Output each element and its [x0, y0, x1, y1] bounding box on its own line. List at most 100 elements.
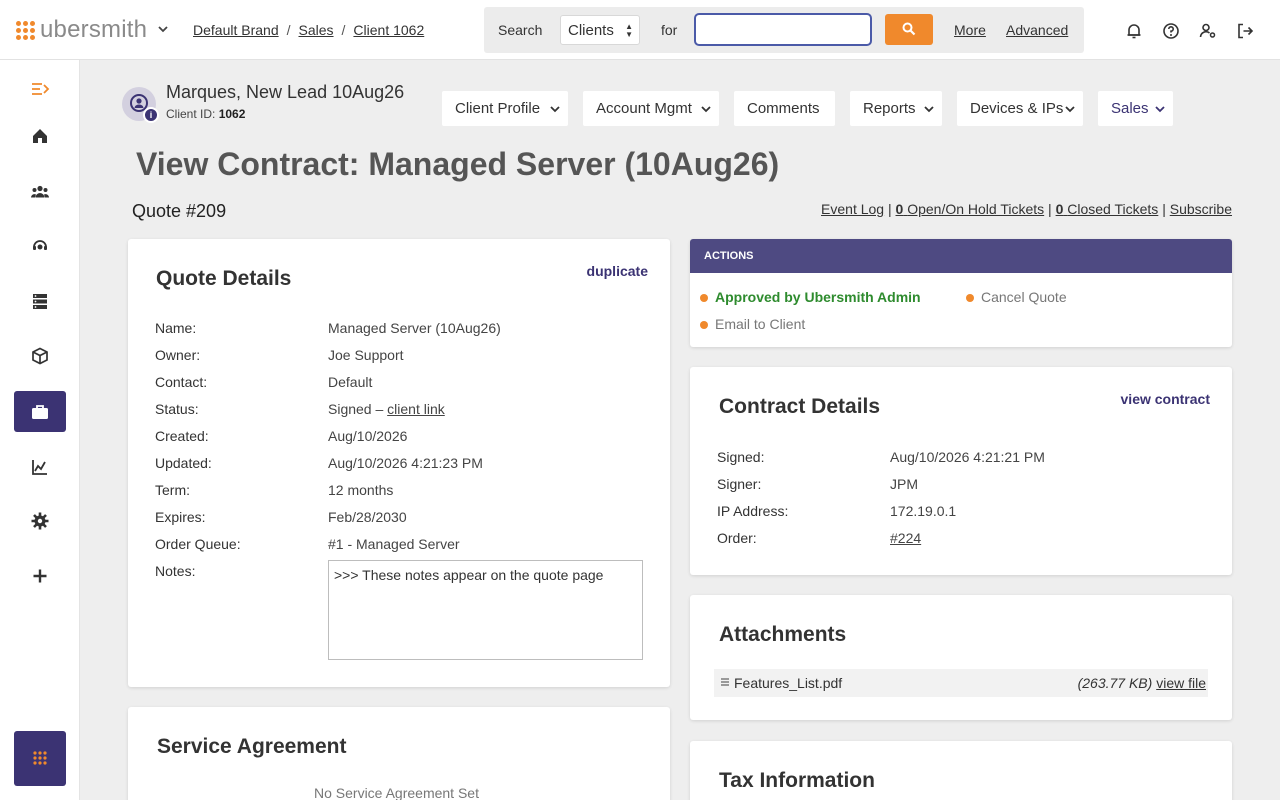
contract-label: Signed:	[717, 449, 765, 465]
cancel-quote-action[interactable]: Cancel Quote	[966, 289, 1067, 305]
service-agreement-card: Service Agreement No Service Agreement S…	[128, 707, 670, 800]
open-tickets-link[interactable]: 0 Open/On Hold Tickets	[896, 201, 1045, 217]
tab-reports[interactable]: Reports	[850, 91, 942, 126]
logo-dots-icon	[16, 20, 35, 40]
contract-value: 172.19.0.1	[890, 503, 957, 519]
support-icon[interactable]	[30, 236, 50, 256]
detail-value: 12 months	[328, 482, 394, 498]
search-more-link[interactable]: More	[954, 22, 986, 38]
devices-icon[interactable]	[30, 291, 50, 311]
tab-sales[interactable]: Sales	[1098, 91, 1173, 126]
apps-icon	[33, 751, 47, 765]
contract-value: Aug/10/2026 4:21:21 PM	[890, 449, 1045, 465]
tab-client-profile[interactable]: Client Profile	[442, 91, 568, 126]
attachment-size: (263.77 KB)	[1077, 675, 1153, 691]
detail-label: Order Queue:	[155, 536, 241, 552]
tab-label: Devices & IPs	[970, 100, 1064, 117]
chevron-down-icon	[701, 106, 711, 113]
duplicate-link[interactable]: duplicate	[587, 263, 648, 279]
search-scope-select[interactable]: Clients ▲ ▼	[560, 15, 640, 45]
tab-label: Reports	[863, 100, 916, 117]
attachment-name: Features_List.pdf	[734, 675, 843, 691]
sidebar-item-sales[interactable]	[14, 391, 66, 432]
status-value: Signed – client link	[328, 401, 445, 417]
info-icon[interactable]: i	[143, 107, 159, 123]
detail-value: Default	[328, 374, 373, 390]
approved-status: Approved by Ubersmith Admin	[700, 289, 921, 305]
search-button[interactable]	[885, 14, 933, 45]
tab-account-mgmt[interactable]: Account Mgmt	[583, 91, 719, 126]
sales-icon	[32, 405, 48, 419]
tab-devices-ips[interactable]: Devices & IPs	[957, 91, 1083, 126]
view-file-link[interactable]: view file	[1156, 675, 1206, 691]
settings-icon[interactable]	[30, 511, 50, 531]
link-separator: |	[887, 201, 892, 217]
status-text: Signed –	[328, 401, 388, 417]
breadcrumb-sales[interactable]: Sales	[299, 22, 334, 38]
help-icon[interactable]	[1162, 22, 1180, 40]
closed-tickets-label: Closed Tickets	[1067, 201, 1159, 217]
quote-number: Quote #209	[132, 201, 227, 221]
search-bar: Search Clients ▲ ▼ for More Advanced	[484, 7, 1084, 53]
brand-dropdown-chevron-icon[interactable]	[156, 22, 170, 36]
top-bar: ubersmith Default Brand / Sales / Client…	[0, 0, 1280, 60]
user-settings-icon[interactable]	[1199, 22, 1217, 40]
email-client-action[interactable]: Email to Client	[700, 316, 805, 332]
drag-handle-icon[interactable]	[721, 678, 729, 686]
home-icon[interactable]	[30, 126, 50, 146]
logo-text: ubersmith	[40, 16, 148, 43]
quote-details-title: Quote Details	[156, 267, 292, 290]
client-id-value: 1062	[218, 107, 246, 121]
add-icon[interactable]	[30, 566, 50, 586]
select-arrows-icon: ▲ ▼	[625, 22, 633, 39]
contract-value: JPM	[890, 476, 918, 492]
tab-label: Comments	[747, 100, 820, 117]
attachments-title: Attachments	[719, 623, 847, 646]
reports-icon[interactable]	[30, 457, 50, 477]
detail-label: Expires:	[155, 509, 206, 525]
search-advanced-link[interactable]: Advanced	[1006, 22, 1068, 38]
search-input[interactable]	[694, 13, 872, 46]
detail-label: Name:	[155, 320, 197, 336]
actions-header: ACTIONS	[690, 239, 1232, 273]
detail-label: Contact:	[155, 374, 208, 390]
detail-label: Owner:	[155, 347, 201, 363]
breadcrumb-separator: /	[341, 22, 346, 38]
apps-button[interactable]	[14, 731, 66, 786]
detail-value: Aug/10/2026 4:21:23 PM	[328, 455, 483, 471]
client-link[interactable]: client link	[387, 401, 445, 417]
logo[interactable]: ubersmith	[16, 18, 147, 42]
search-label: Search	[498, 22, 543, 38]
bell-icon[interactable]	[1125, 22, 1143, 40]
event-log-link[interactable]: Event Log	[821, 201, 884, 217]
tab-comments[interactable]: Comments	[734, 91, 835, 126]
page-title: View Contract: Managed Server (10Aug26)	[136, 146, 780, 182]
logout-icon[interactable]	[1236, 22, 1254, 40]
view-contract-link[interactable]: view contract	[1121, 391, 1210, 407]
detail-label: Updated:	[155, 455, 212, 471]
search-for-label: for	[661, 22, 678, 38]
quote-details-card: Quote Details duplicate Name: Managed Se…	[128, 239, 670, 687]
notes-field[interactable]: >>> These notes appear on the quote page	[328, 560, 643, 660]
detail-value: Managed Server (10Aug26)	[328, 320, 501, 336]
detail-value: #1 - Managed Server	[328, 536, 460, 552]
clients-icon[interactable]	[30, 182, 50, 202]
contract-label: Order:	[717, 530, 757, 546]
tab-label: Account Mgmt	[596, 100, 692, 117]
closed-tickets-link[interactable]: 0 Closed Tickets	[1056, 201, 1159, 217]
packages-icon[interactable]	[30, 346, 50, 366]
detail-label: Status:	[155, 401, 199, 417]
order-link[interactable]: #224	[890, 530, 921, 546]
no-service-agreement-text: No Service Agreement Set	[314, 785, 479, 800]
breadcrumb-brand[interactable]: Default Brand	[193, 22, 279, 38]
tab-label: Client Profile	[455, 100, 541, 117]
chevron-down-icon	[1155, 106, 1165, 113]
breadcrumb-client[interactable]: Client 1062	[353, 22, 424, 38]
client-id-label: Client ID:	[166, 107, 216, 121]
subscribe-link[interactable]: Subscribe	[1170, 201, 1232, 217]
detail-value: Joe Support	[328, 347, 404, 363]
tax-information-title: Tax Information	[719, 769, 875, 792]
menu-toggle-icon[interactable]	[30, 79, 50, 99]
detail-label: Term:	[155, 482, 190, 498]
contract-label: IP Address:	[717, 503, 789, 519]
